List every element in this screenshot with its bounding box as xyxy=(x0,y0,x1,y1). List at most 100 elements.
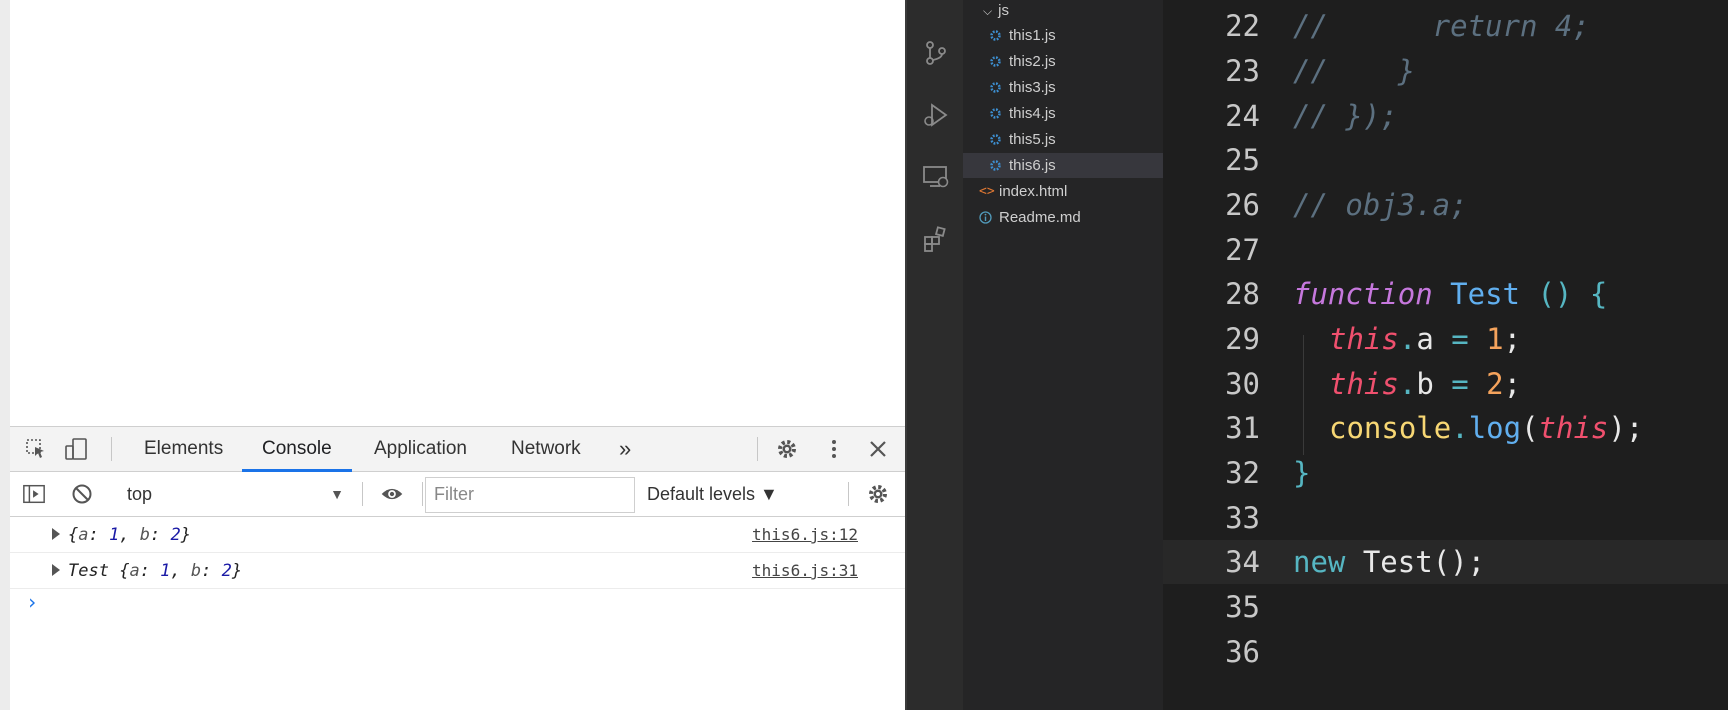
line-number: 35 xyxy=(1225,590,1260,624)
gear-file-icon xyxy=(990,160,1001,171)
line-number: 30 xyxy=(1225,367,1260,401)
code-line[interactable]: 22 // return 4; xyxy=(1163,4,1728,48)
remote-explorer-icon[interactable] xyxy=(921,162,951,192)
live-expression-eye-icon[interactable] xyxy=(380,482,404,506)
kebab-menu-icon[interactable] xyxy=(822,437,846,461)
file-explorer: ⌵ js this1.js this2.js this3.js this4.js … xyxy=(963,0,1163,710)
close-icon[interactable] xyxy=(866,437,890,461)
code-line[interactable]: 29 this.a = 1; xyxy=(1163,317,1728,361)
console-message[interactable]: Test {a: 1, b: 2} this6.js:31 xyxy=(10,553,905,589)
file-this4-js[interactable]: this4.js xyxy=(963,101,1163,126)
code-editor[interactable]: 22 // return 4; 23 // } 24 // }); 25 26 … xyxy=(1163,0,1728,710)
run-debug-icon[interactable] xyxy=(921,100,951,130)
line-code: // }); xyxy=(1293,99,1398,133)
line-number: 31 xyxy=(1225,411,1260,445)
vscode-window: ⌵ js this1.js this2.js this3.js this4.js … xyxy=(905,0,1728,710)
browser-window: Elements Console Application Network » t… xyxy=(0,0,905,711)
code-line[interactable]: 30 this.b = 2; xyxy=(1163,362,1728,406)
line-number: 25 xyxy=(1225,143,1260,177)
line-number: 33 xyxy=(1225,501,1260,535)
browser-edge xyxy=(0,0,10,710)
console-settings-gear-icon[interactable] xyxy=(866,482,890,506)
line-code: // return 4; xyxy=(1293,9,1590,43)
line-number: 24 xyxy=(1225,99,1260,133)
expand-triangle-icon[interactable] xyxy=(52,528,60,540)
folder-name: js xyxy=(998,2,1009,19)
line-number: 32 xyxy=(1225,456,1260,490)
clear-console-icon[interactable] xyxy=(70,482,94,506)
line-number: 28 xyxy=(1225,277,1260,311)
sidebar-toggle-icon[interactable] xyxy=(22,482,46,506)
more-tabs-button[interactable]: » xyxy=(617,427,633,471)
gear-file-icon xyxy=(990,56,1001,67)
default-levels-dropdown[interactable]: Default levels ▼ xyxy=(647,480,778,508)
filter-input[interactable] xyxy=(432,478,626,510)
inspect-element-icon[interactable] xyxy=(24,437,48,461)
console-prompt[interactable]: › xyxy=(26,590,38,614)
toolbar-separator xyxy=(111,437,112,461)
chevron-down-icon: ⌵ xyxy=(983,4,993,18)
code-line[interactable]: 35 xyxy=(1163,585,1728,629)
gear-file-icon xyxy=(990,108,1001,119)
console-output: {a: 1, b: 2} this6.js:12 Test {a: 1, b: … xyxy=(10,517,905,614)
line-code: new Test(); xyxy=(1293,545,1486,579)
tab-console[interactable]: Console xyxy=(242,427,352,472)
gear-file-icon xyxy=(990,82,1001,93)
file-this6-js[interactable]: this6.js xyxy=(963,153,1163,178)
line-code: } xyxy=(1293,456,1311,490)
code-line[interactable]: 32 } xyxy=(1163,451,1728,495)
code-line[interactable]: 25 xyxy=(1163,138,1728,182)
file-index-html[interactable]: <> index.html xyxy=(963,179,1163,204)
code-line[interactable]: 27 xyxy=(1163,228,1728,272)
gear-file-icon xyxy=(990,134,1001,145)
line-number: 23 xyxy=(1225,54,1260,88)
extensions-icon[interactable] xyxy=(921,224,951,254)
html-file-icon: <> xyxy=(979,184,995,199)
code-line[interactable]: 33 xyxy=(1163,496,1728,540)
code-line[interactable]: 36 xyxy=(1163,630,1728,674)
file-this5-js[interactable]: this5.js xyxy=(963,127,1163,152)
devtools-panel: Elements Console Application Network » t… xyxy=(10,426,905,711)
file-this1-js[interactable]: this1.js xyxy=(963,23,1163,48)
line-code: this.b = 2; xyxy=(1329,367,1522,401)
context-select[interactable]: top ▼ xyxy=(127,480,352,508)
info-file-icon xyxy=(979,211,992,224)
line-code: // } xyxy=(1293,54,1416,88)
line-number: 34 xyxy=(1225,545,1260,579)
line-number: 36 xyxy=(1225,635,1260,669)
filter-input-box xyxy=(425,477,635,513)
context-value: top xyxy=(127,484,153,504)
tab-elements[interactable]: Elements xyxy=(142,427,225,471)
toolbar-separator xyxy=(757,437,758,461)
settings-gear-icon[interactable] xyxy=(775,437,799,461)
line-code: this.a = 1; xyxy=(1329,322,1522,356)
tab-network[interactable]: Network xyxy=(509,427,583,471)
code-line[interactable]: 23 // } xyxy=(1163,49,1728,93)
activity-bar xyxy=(905,0,965,710)
file-this2-js[interactable]: this2.js xyxy=(963,49,1163,74)
devtools-toolbar: Elements Console Application Network » xyxy=(10,427,905,472)
console-source-link[interactable]: this6.js:31 xyxy=(752,561,858,580)
console-toolbar: top ▼ Default levels ▼ xyxy=(10,472,905,517)
tab-application[interactable]: Application xyxy=(372,427,469,471)
line-number: 27 xyxy=(1225,233,1260,267)
code-line[interactable]: 28 function Test () { xyxy=(1163,272,1728,316)
device-toolbar-icon[interactable] xyxy=(64,437,88,461)
line-number: 26 xyxy=(1225,188,1260,222)
source-control-icon[interactable] xyxy=(921,38,951,68)
console-message[interactable]: {a: 1, b: 2} this6.js:12 xyxy=(10,517,905,553)
code-line-current[interactable]: 34 new Test(); xyxy=(1163,540,1728,584)
toolbar-separator xyxy=(848,482,849,506)
code-line[interactable]: 24 // }); xyxy=(1163,94,1728,138)
folder-js[interactable]: ⌵ js xyxy=(983,0,1009,22)
code-line[interactable]: 26 // obj3.a; xyxy=(1163,183,1728,227)
line-number: 22 xyxy=(1225,9,1260,43)
console-message-text: {a: 1, b: 2} xyxy=(68,525,191,545)
console-source-link[interactable]: this6.js:12 xyxy=(752,525,858,544)
code-line[interactable]: 31 console.log(this); xyxy=(1163,406,1728,450)
gear-file-icon xyxy=(990,30,1001,41)
file-readme-md[interactable]: Readme.md xyxy=(963,205,1163,230)
line-code: function Test () { xyxy=(1293,277,1608,311)
file-this3-js[interactable]: this3.js xyxy=(963,75,1163,100)
expand-triangle-icon[interactable] xyxy=(52,564,60,576)
